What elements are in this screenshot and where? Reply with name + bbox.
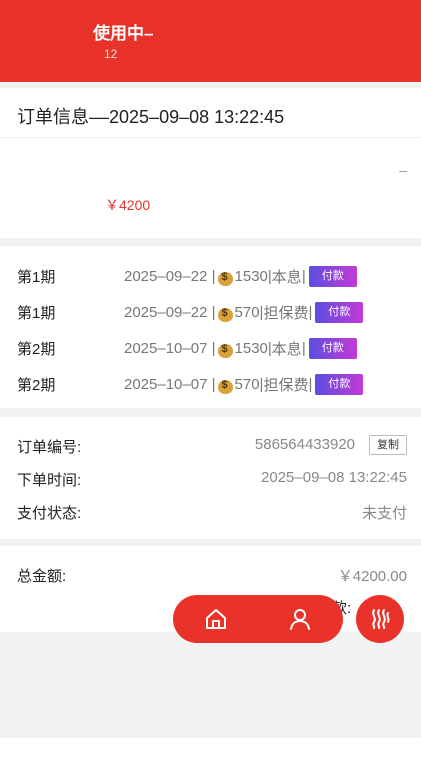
- separator: |: [207, 268, 216, 285]
- order-number-value: 586564433920: [254, 436, 355, 453]
- installment-date: 2025–09–22: [124, 304, 208, 321]
- installment-amount: 570: [234, 376, 260, 393]
- installment-list: 第1期 2025–09–22 |1530|本息|付款 第1期 2025–09–2…: [0, 246, 421, 408]
- separator: |: [308, 304, 313, 321]
- installment-label: 第2期: [17, 377, 56, 394]
- installment-label: 第1期: [17, 269, 56, 286]
- installment-amount: 1530: [234, 268, 268, 285]
- separator: |: [301, 268, 306, 285]
- status-header: 使用中– 12: [0, 0, 421, 82]
- installment-row: 第2期 2025–10–07 |570|担保费|付款: [0, 370, 421, 396]
- service-icon: [372, 609, 390, 629]
- pay-status-label: 支付状态:: [17, 505, 82, 522]
- money-bag-icon: [217, 268, 234, 286]
- installment-date: 2025–09–22: [124, 268, 208, 285]
- home-icon: [206, 609, 226, 629]
- installment-info: 2025–09–22 |1530|本息|付款: [124, 266, 357, 287]
- profile-tab[interactable]: [286, 605, 314, 633]
- installment-row: 第1期 2025–09–22 |570|担保费|付款: [0, 298, 421, 324]
- status-subtitle: 12: [104, 47, 118, 61]
- page-footer: [0, 738, 421, 758]
- installment-info: 2025–10–07 |1530|本息|付款: [124, 338, 357, 359]
- installment-type: 担保费: [263, 377, 309, 394]
- order-info-title: 订单信息––2025–09–08 13:22:45: [17, 107, 285, 127]
- order-info-header: 订单信息––2025–09–08 13:22:45: [0, 88, 421, 138]
- home-tab[interactable]: [202, 605, 230, 633]
- user-icon: [290, 609, 310, 630]
- pay-button[interactable]: 付款: [315, 374, 364, 395]
- installment-type: 本息: [271, 341, 302, 358]
- installment-date: 2025–10–07: [124, 340, 208, 357]
- separator: |: [301, 340, 306, 357]
- installment-type: 本息: [271, 269, 302, 286]
- installment-info: 2025–10–07 |570|担保费|付款: [124, 374, 364, 395]
- order-time-value: 2025–09–08 13:22:45: [261, 469, 407, 486]
- installment-type: 担保费: [263, 305, 309, 322]
- total-amount-label: 总金额:: [17, 568, 67, 585]
- product-card: – ￥4200: [0, 138, 421, 238]
- money-bag-icon: [217, 304, 234, 322]
- installment-row: 第2期 2025–10–07 |1530|本息|付款: [0, 334, 421, 360]
- installment-row: 第1期 2025–09–22 |1530|本息|付款: [0, 262, 421, 288]
- installment-amount: 570: [234, 304, 260, 321]
- total-amount-value: ￥4200.00: [337, 568, 407, 585]
- installment-amount: 1530: [234, 340, 268, 357]
- service-button[interactable]: [356, 595, 404, 643]
- separator: |: [207, 376, 216, 393]
- copy-button[interactable]: 复制: [369, 435, 407, 455]
- pay-button[interactable]: 付款: [308, 266, 357, 287]
- order-status-title: 使用中–: [93, 24, 154, 43]
- product-price: ￥4200: [105, 197, 151, 213]
- order-number-row: 订单编号: 586564433920 复制: [0, 433, 421, 457]
- floating-tab-bar: [173, 595, 343, 643]
- pay-status-row: 支付状态: 未支付: [0, 499, 421, 523]
- order-number-label: 订单编号:: [17, 439, 82, 456]
- pay-button[interactable]: 付款: [315, 302, 364, 323]
- pay-status-value: 未支付: [361, 505, 407, 522]
- order-details: 订单编号: 586564433920 复制 下单时间: 2025–09–08 1…: [0, 417, 421, 539]
- order-time-row: 下单时间: 2025–09–08 13:22:45: [0, 466, 421, 490]
- installment-label: 第1期: [17, 305, 56, 322]
- order-time-label: 下单时间:: [17, 472, 82, 489]
- product-dash: –: [399, 162, 407, 178]
- installment-info: 2025–09–22 |570|担保费|付款: [124, 302, 364, 323]
- installment-date: 2025–10–07: [124, 376, 208, 393]
- separator: |: [207, 340, 216, 357]
- money-bag-icon: [217, 376, 234, 394]
- money-bag-icon: [217, 340, 234, 358]
- pay-button[interactable]: 付款: [308, 338, 357, 359]
- separator: |: [207, 304, 216, 321]
- separator: |: [308, 376, 313, 393]
- installment-label: 第2期: [17, 341, 56, 358]
